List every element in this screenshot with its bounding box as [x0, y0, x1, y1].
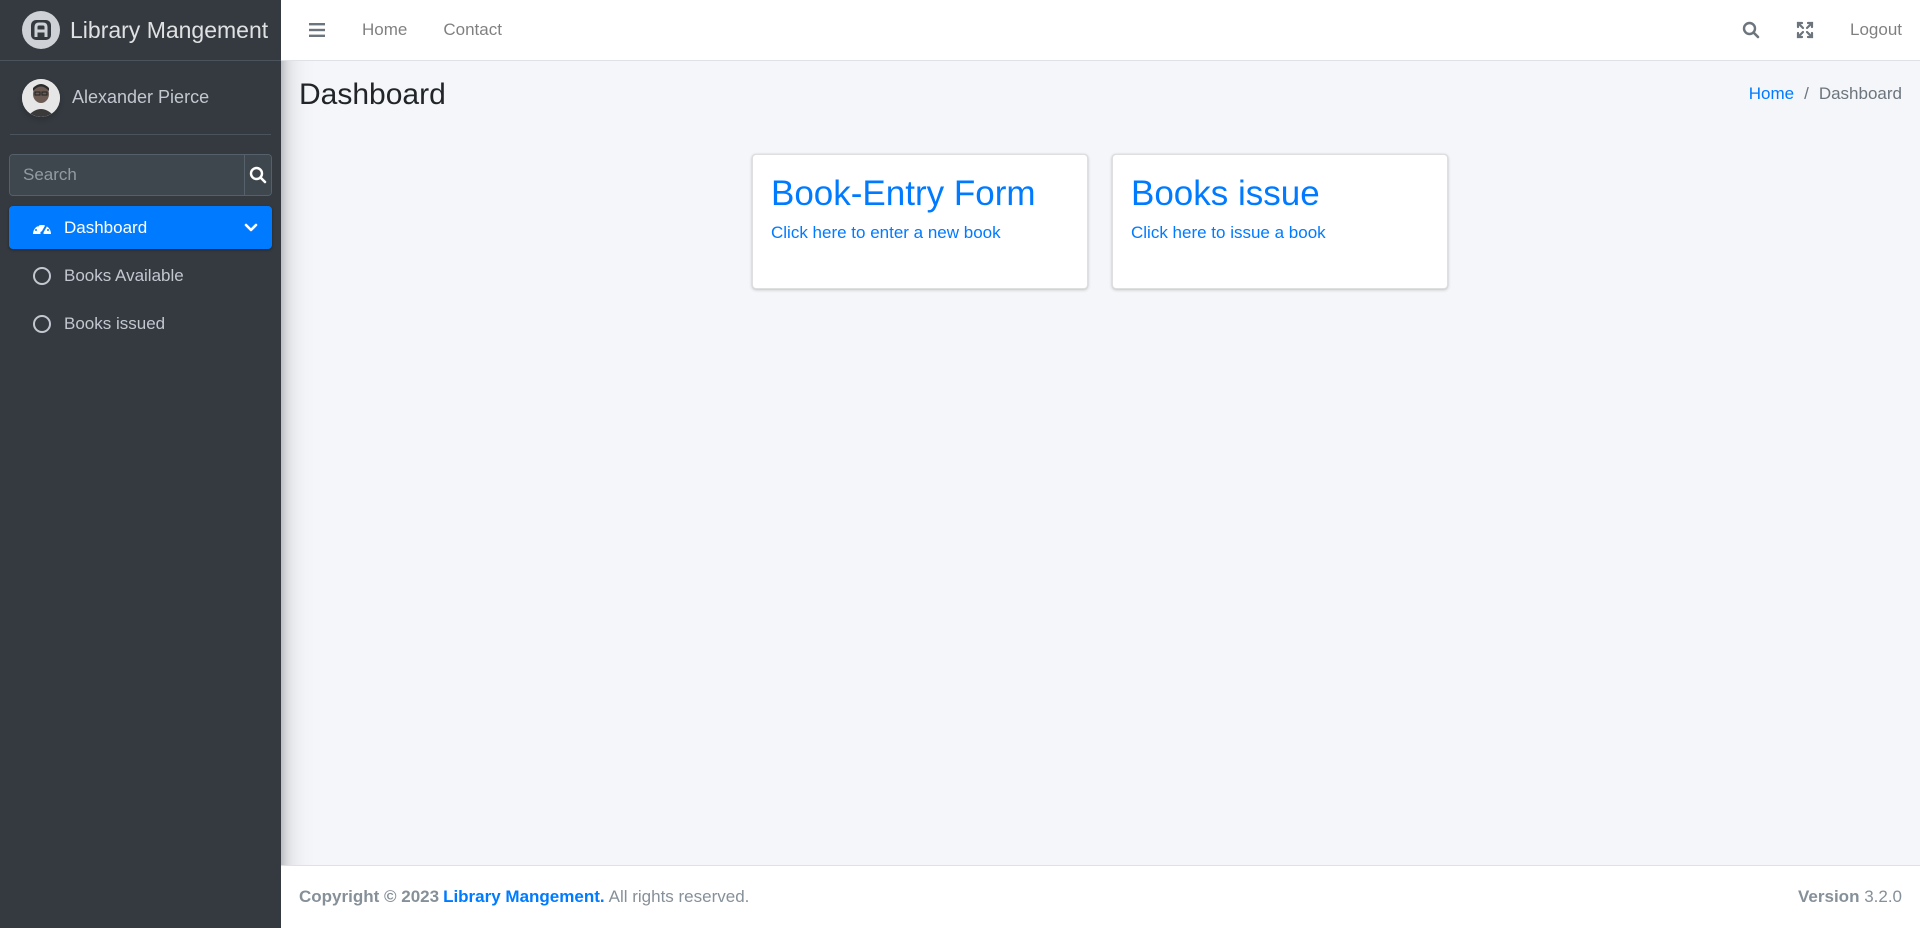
- sidebar-item-books-available[interactable]: Books Available: [9, 254, 272, 297]
- search-button[interactable]: [244, 155, 271, 195]
- sidebar-nav: Dashboard Books Available Books issued: [9, 206, 272, 345]
- footer-rights: All rights reserved.: [608, 887, 750, 906]
- sidebar-item-dashboard[interactable]: Dashboard: [9, 206, 272, 249]
- dashboard-gauge-icon: [31, 219, 53, 237]
- avatar: [22, 78, 60, 117]
- brand-link[interactable]: Library Mangement: [0, 0, 281, 61]
- sidebar-item-label: Books Available: [64, 265, 184, 285]
- card-title[interactable]: Book-Entry Form: [771, 173, 1069, 215]
- hamburger-icon[interactable]: [309, 23, 325, 37]
- circle-icon: [31, 266, 53, 286]
- sidebar: Library Mangement Alexander Pierce Searc…: [0, 0, 281, 928]
- footer: Copyright © 2023 Library Mangement. All …: [281, 865, 1920, 928]
- top-navbar: Home Contact Logout: [281, 0, 1920, 61]
- footer-copyright: Copyright © 2023: [299, 887, 440, 906]
- sidebar-submenu: Books Available Books issued: [9, 254, 272, 345]
- footer-version: Version 3.2.0: [1798, 887, 1902, 907]
- breadcrumb-current: Dashboard: [1818, 84, 1902, 103]
- brand-name: Library Mangement: [70, 16, 269, 43]
- nav-link-contact[interactable]: Contact: [443, 20, 502, 40]
- navbar-right: Logout: [1742, 20, 1920, 40]
- sidebar-item-label: Books issued: [64, 313, 166, 333]
- sidebar-item-books-issued[interactable]: Books issued: [9, 302, 272, 345]
- card-link[interactable]: Click here to issue a book: [1131, 223, 1429, 243]
- brand-logo-icon: [22, 11, 60, 49]
- page-title: Dashboard: [299, 78, 446, 111]
- card-title[interactable]: Books issue: [1131, 173, 1429, 215]
- main-content: Dashboard Home / Dashboard Book-Entry Fo…: [281, 61, 1920, 865]
- user-panel[interactable]: Alexander Pierce: [10, 61, 271, 135]
- chevron-down-icon: [244, 223, 258, 233]
- search-input[interactable]: [10, 155, 244, 195]
- sidebar-search: [9, 154, 272, 196]
- search-icon: [249, 166, 267, 184]
- circle-icon: [31, 314, 53, 334]
- footer-version-number: 3.2.0: [1864, 887, 1902, 906]
- card-link[interactable]: Click here to enter a new book: [771, 223, 1069, 243]
- expand-icon[interactable]: [1796, 21, 1814, 39]
- nav-link-home[interactable]: Home: [362, 20, 407, 40]
- breadcrumb-separator: /: [1804, 84, 1809, 103]
- breadcrumb: Home / Dashboard: [1749, 84, 1902, 104]
- search-icon[interactable]: [1742, 21, 1760, 39]
- card-books-issue[interactable]: Books issue Click here to issue a book: [1112, 154, 1448, 289]
- logout-link[interactable]: Logout: [1850, 20, 1902, 40]
- user-name[interactable]: Alexander Pierce: [72, 87, 209, 108]
- card-book-entry[interactable]: Book-Entry Form Click here to enter a ne…: [752, 154, 1088, 289]
- sidebar-item-label: Dashboard: [64, 217, 148, 237]
- footer-brand-link[interactable]: Library Mangement.: [443, 887, 605, 907]
- breadcrumb-home[interactable]: Home: [1749, 84, 1794, 104]
- footer-version-label: Version: [1798, 887, 1860, 906]
